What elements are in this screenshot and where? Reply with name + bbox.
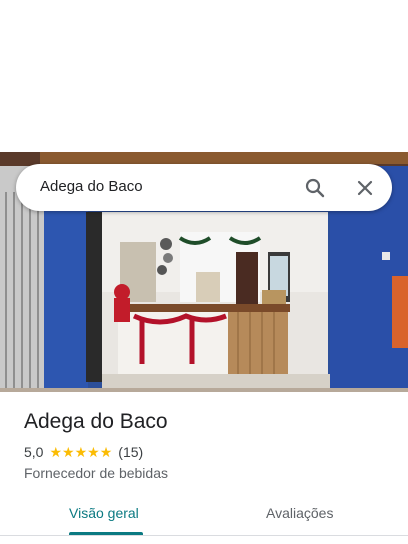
star-icon: ★ <box>99 444 113 460</box>
place-category: Fornecedor de bebidas <box>24 465 168 481</box>
star-icon: ★ <box>62 444 75 460</box>
rating-row[interactable]: 5,0 ★ ★ ★ ★ ★ (15) <box>24 444 143 460</box>
tabs-divider <box>0 535 408 536</box>
search-bar[interactable]: Adega do Baco <box>16 164 392 211</box>
star-icon: ★ <box>87 444 100 460</box>
tab-overview[interactable]: Visão geral <box>69 505 139 521</box>
star-icon: ★ <box>74 444 88 460</box>
star-icon: ★ <box>49 444 63 460</box>
close-icon[interactable] <box>352 175 378 201</box>
tab-reviews[interactable]: Avaliações <box>266 505 333 521</box>
review-count[interactable]: (15) <box>118 444 143 460</box>
rating-value: 5,0 <box>24 444 44 460</box>
place-title: Adega do Baco <box>24 410 168 433</box>
search-icon[interactable] <box>302 175 328 201</box>
search-input[interactable]: Adega do Baco <box>40 178 143 195</box>
rating-stars: ★ ★ ★ ★ ★ <box>49 445 112 459</box>
